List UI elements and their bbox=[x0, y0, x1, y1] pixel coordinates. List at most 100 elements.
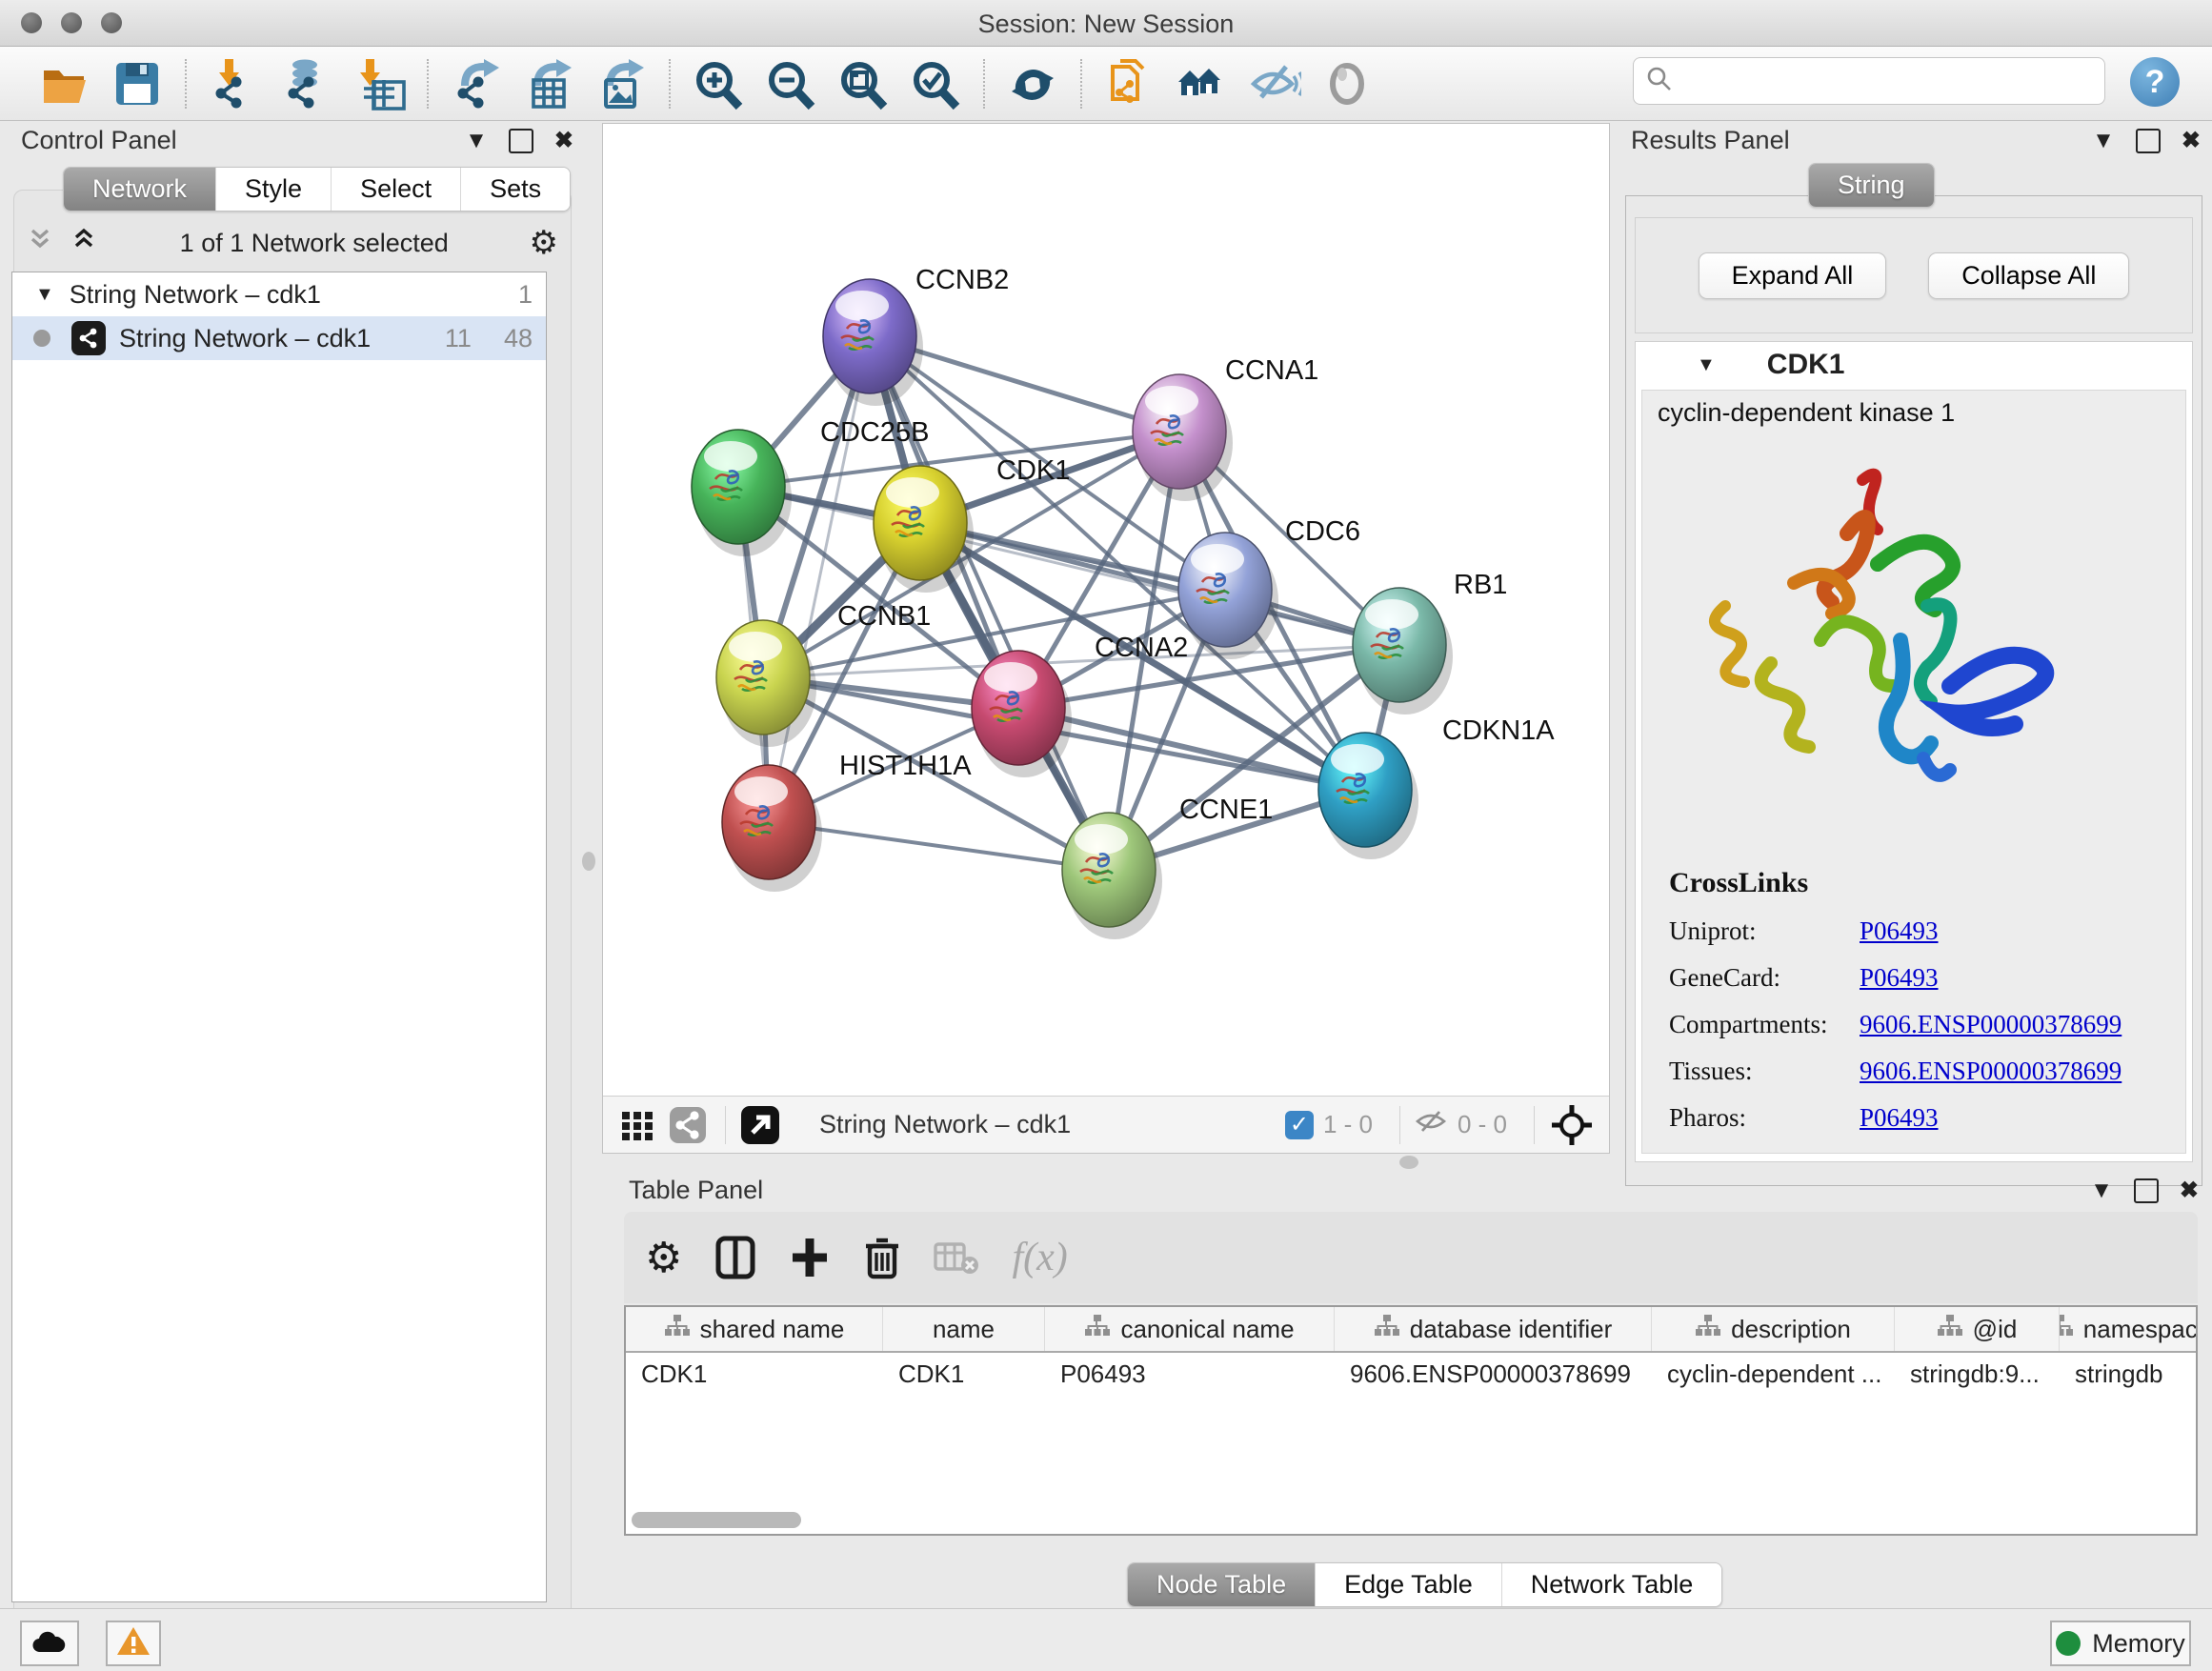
column-header-database-identifier[interactable]: database identifier bbox=[1335, 1307, 1652, 1351]
memory-button[interactable]: Memory bbox=[2050, 1621, 2191, 1666]
crosslink-link[interactable]: 9606.ENSP00000378699 bbox=[1860, 1010, 2122, 1039]
node-label-RB1: RB1 bbox=[1454, 570, 1507, 600]
delete-column-trash-icon[interactable] bbox=[863, 1235, 901, 1280]
table-panel-float-icon[interactable] bbox=[2134, 1178, 2159, 1203]
cloud-icon bbox=[30, 1627, 69, 1661]
search-input[interactable] bbox=[1674, 66, 2093, 97]
column-label: namespace bbox=[2083, 1315, 2198, 1344]
zoom-selected-region-icon[interactable] bbox=[909, 57, 962, 111]
import-network-from-database-icon[interactable] bbox=[280, 57, 333, 111]
tab-network-table[interactable]: Network Table bbox=[1502, 1563, 1722, 1606]
crosslink-row: Uniprot: P06493 bbox=[1669, 916, 2122, 946]
table-panel-title: Table Panel bbox=[629, 1176, 763, 1205]
export-table-icon[interactable] bbox=[522, 57, 575, 111]
search-field[interactable] bbox=[1633, 57, 2105, 105]
node-CDKN1A[interactable] bbox=[1318, 733, 1418, 859]
table-horizontal-scrollbar[interactable] bbox=[632, 1512, 801, 1528]
node-CCNB2[interactable] bbox=[823, 279, 923, 406]
crosslink-link[interactable]: P06493 bbox=[1860, 963, 1939, 993]
crosslink-link[interactable]: 9606.ENSP00000378699 bbox=[1860, 1057, 2122, 1086]
collapse-all-button[interactable]: Collapse All bbox=[1928, 252, 2129, 299]
node-CCNE1[interactable] bbox=[1062, 813, 1162, 939]
results-panel-float-icon[interactable] bbox=[2136, 129, 2161, 153]
create-column-plus-icon[interactable] bbox=[789, 1235, 831, 1280]
table-row[interactable]: CDK1CDK1P064939606.ENSP00000378699cyclin… bbox=[626, 1353, 2196, 1395]
expand-all-button[interactable]: Expand All bbox=[1699, 252, 1887, 299]
tab-edge-table[interactable]: Edge Table bbox=[1316, 1563, 1502, 1606]
column-header-canonical-name[interactable]: canonical name bbox=[1045, 1307, 1335, 1351]
control-panel-float-icon[interactable] bbox=[509, 129, 533, 153]
first-neighbors-of-selected-icon[interactable] bbox=[1176, 57, 1229, 111]
node-CCNA2[interactable] bbox=[972, 651, 1072, 777]
crosslinks-heading: CrossLinks bbox=[1669, 867, 2122, 899]
results-panel: Results Panel ▼ ✖ String Expand All Coll… bbox=[1619, 121, 2212, 1159]
node-CDC6[interactable] bbox=[1178, 533, 1278, 659]
results-panel-menu-icon[interactable]: ▼ bbox=[2092, 130, 2115, 152]
cloud-status-button[interactable] bbox=[20, 1621, 79, 1666]
export-image-icon[interactable] bbox=[594, 57, 648, 111]
tab-string[interactable]: String bbox=[1809, 164, 1934, 207]
control-panel-close-icon[interactable]: ✖ bbox=[554, 130, 573, 152]
network-birds-eye-icon[interactable] bbox=[668, 1105, 708, 1145]
network-table-splitter-grip[interactable] bbox=[1399, 1156, 1418, 1169]
column-header-shared-name[interactable]: shared name bbox=[626, 1307, 883, 1351]
column-header-description[interactable]: description bbox=[1652, 1307, 1895, 1351]
tab-node-table[interactable]: Node Table bbox=[1128, 1563, 1316, 1606]
crosslink-link[interactable]: P06493 bbox=[1860, 916, 1939, 946]
network-collection-row[interactable]: ▼ String Network – cdk1 1 bbox=[12, 272, 546, 316]
tab-sets[interactable]: Sets bbox=[461, 168, 570, 211]
column-header-namespace[interactable]: namespace bbox=[2060, 1307, 2198, 1351]
control-panel-menu-icon[interactable]: ▼ bbox=[465, 130, 488, 152]
network-row[interactable]: String Network – cdk1 11 48 bbox=[12, 316, 546, 360]
selected-checkbox-icon[interactable]: ✓ bbox=[1285, 1111, 1314, 1139]
gene-collapse-icon[interactable]: ▼ bbox=[1697, 354, 1716, 376]
open-session-icon[interactable] bbox=[38, 57, 91, 111]
delete-table-icon bbox=[934, 1238, 979, 1277]
tab-style[interactable]: Style bbox=[216, 168, 332, 211]
table-panel-menu-icon[interactable]: ▼ bbox=[2090, 1179, 2113, 1202]
collapse-all-networks-icon[interactable] bbox=[25, 225, 55, 262]
node-RB1[interactable] bbox=[1353, 588, 1453, 715]
expand-all-networks-icon[interactable] bbox=[69, 225, 99, 262]
import-table-from-file-icon[interactable] bbox=[352, 57, 406, 111]
show-all-nodes-edges-icon[interactable] bbox=[1320, 57, 1374, 111]
results-panel-close-icon[interactable]: ✖ bbox=[2182, 130, 2201, 152]
zoom-fit-content-icon[interactable] bbox=[836, 57, 890, 111]
new-network-from-selection-icon[interactable] bbox=[1103, 57, 1156, 111]
node-HIST1H1A[interactable] bbox=[722, 765, 822, 892]
network-options-gear-icon[interactable]: ⚙ bbox=[530, 224, 558, 262]
control-network-splitter-grip[interactable] bbox=[582, 852, 595, 871]
network-canvas[interactable]: CCNB2CCNA1CDC25BCDK1CDC6RB1CCNB1CCNA2CDK… bbox=[603, 124, 1609, 1097]
zoom-out-icon[interactable] bbox=[764, 57, 817, 111]
node-table: shared namename canonical name database id… bbox=[624, 1305, 2198, 1536]
zoom-in-icon[interactable] bbox=[692, 57, 745, 111]
column-label: canonical name bbox=[1120, 1315, 1294, 1344]
string-network-icon bbox=[71, 321, 106, 355]
node-CDK1[interactable] bbox=[874, 466, 974, 593]
column-header-name[interactable]: name bbox=[883, 1307, 1045, 1351]
tab-select[interactable]: Select bbox=[332, 168, 461, 211]
node-CDC25B[interactable] bbox=[692, 430, 792, 556]
warnings-button[interactable] bbox=[106, 1621, 161, 1666]
collection-collapse-icon[interactable]: ▼ bbox=[35, 284, 54, 306]
crosslink-label: Tissues: bbox=[1669, 1057, 1860, 1086]
detach-view-icon[interactable] bbox=[739, 1104, 781, 1146]
apply-preferred-layout-icon[interactable] bbox=[1006, 57, 1059, 111]
table-panel-close-icon[interactable]: ✖ bbox=[2180, 1179, 2199, 1202]
save-session-icon[interactable] bbox=[111, 57, 164, 111]
fit-selected-crosshair-icon[interactable] bbox=[1550, 1103, 1594, 1147]
import-network-from-file-icon[interactable] bbox=[208, 57, 261, 111]
crosslink-link[interactable]: P06493 bbox=[1860, 1103, 1939, 1133]
column-label: database identifier bbox=[1410, 1315, 1612, 1344]
grid-view-icon[interactable] bbox=[618, 1106, 656, 1144]
tab-network[interactable]: Network bbox=[64, 168, 216, 211]
export-network-icon[interactable] bbox=[450, 57, 503, 111]
table-settings-gear-icon[interactable]: ⚙ bbox=[645, 1234, 682, 1282]
gene-card: ▼ CDK1 cyclin-dependent kinase 1 bbox=[1635, 341, 2193, 1162]
hide-selected-icon[interactable] bbox=[1248, 57, 1301, 111]
column-header-@id[interactable]: @id bbox=[1895, 1307, 2060, 1351]
help-button[interactable]: ? bbox=[2130, 57, 2180, 107]
edge-CCNA1-CDC25B[interactable] bbox=[738, 432, 1179, 487]
node-label-CCNB2: CCNB2 bbox=[915, 265, 1009, 295]
show-columns-icon[interactable] bbox=[714, 1235, 756, 1280]
